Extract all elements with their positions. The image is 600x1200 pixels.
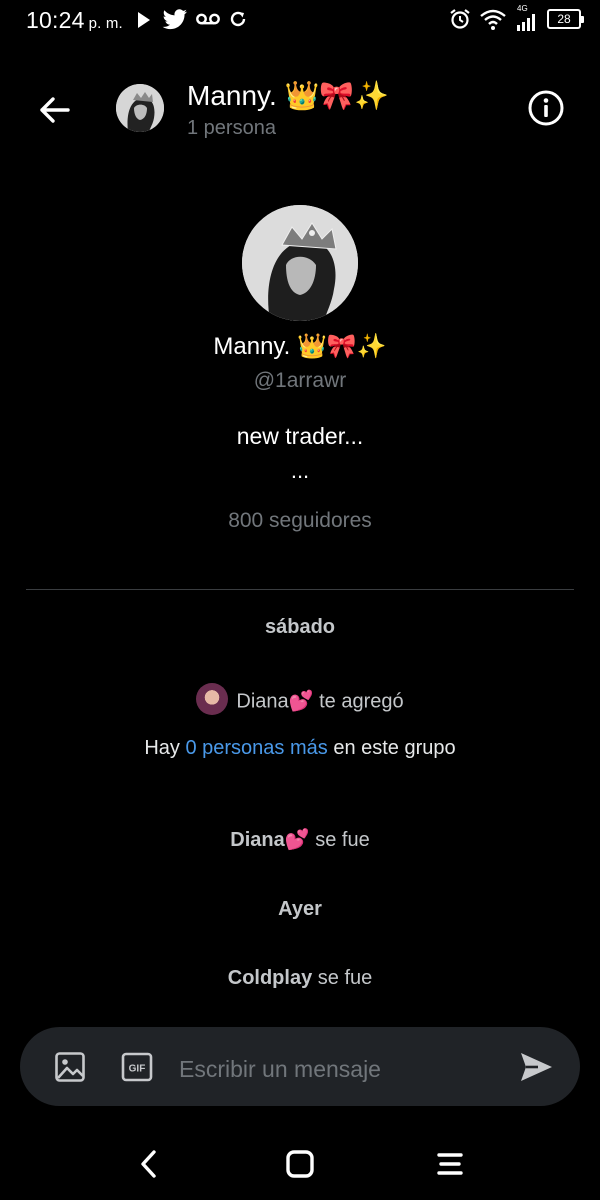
twitter-bird-icon: [162, 9, 187, 30]
message-input[interactable]: [177, 1048, 501, 1090]
group-members-note: Hay 0 personas más en este grupo: [0, 737, 600, 760]
profile-handle[interactable]: @1arrawr: [0, 369, 600, 393]
member-count: 1 persona: [187, 117, 276, 139]
status-time-ampm: p. m.: [88, 15, 123, 32]
alarm-icon: [450, 9, 470, 29]
status-time-value: 10:24: [26, 7, 85, 33]
date-separator: sábado: [264, 616, 336, 638]
profile-avatar-image: [242, 205, 358, 321]
nav-menu-icon[interactable]: [432, 1146, 468, 1182]
play-icon: [138, 12, 150, 28]
avatar-image: [116, 84, 164, 132]
left-actor: Diana💕: [230, 829, 310, 851]
status-time: 10:24 p. m.: [26, 7, 123, 34]
send-icon[interactable]: [518, 1049, 554, 1085]
left-event: Coldplay se fue: [0, 967, 600, 990]
gif-icon[interactable]: GIF: [121, 1052, 153, 1082]
message-composer: GIF: [20, 1027, 580, 1106]
nav-back-icon[interactable]: [132, 1146, 168, 1182]
profile-avatar[interactable]: [242, 205, 358, 321]
added-action: te agregó: [319, 690, 404, 713]
divider: [26, 589, 574, 590]
date-separator: Ayer: [278, 898, 322, 920]
added-event: Diana💕 te agregó: [0, 683, 600, 718]
network-type: 4G: [517, 4, 528, 13]
status-bar: 10:24 p. m. 4G 28: [0, 0, 600, 40]
actor-avatar: [196, 683, 229, 715]
left-event: Diana💕 se fue: [0, 827, 600, 852]
profile-name: Manny. 👑🎀✨: [213, 333, 387, 360]
left-actor: Coldplay: [227, 967, 313, 989]
conversation-header: Manny. 👑🎀✨ 1 persona: [0, 60, 600, 160]
voicemail-icon: [196, 13, 220, 25]
profile-bio-continuation: ...: [290, 458, 310, 483]
back-arrow-icon[interactable]: [34, 90, 74, 130]
sync-icon: [230, 11, 246, 27]
wifi-icon: [480, 9, 506, 30]
signal-icon: [517, 14, 535, 31]
group-members-link[interactable]: 0 personas más: [185, 737, 327, 759]
battery-icon: 28: [547, 9, 584, 29]
left-action: se fue: [315, 829, 370, 851]
header-avatar[interactable]: [116, 84, 164, 132]
added-actor: Diana💕: [236, 690, 314, 713]
group-note-prefix: Hay: [144, 737, 180, 759]
image-icon[interactable]: [54, 1051, 86, 1083]
conversation-title: Manny. 👑🎀✨: [187, 80, 390, 111]
followers-count: 800 seguidores: [228, 509, 372, 532]
nav-home-icon[interactable]: [282, 1146, 318, 1182]
group-note-suffix: en este grupo: [333, 737, 456, 759]
system-nav-bar: [0, 1126, 600, 1200]
profile-bio: new trader...: [236, 423, 364, 449]
info-icon[interactable]: [527, 89, 565, 127]
gif-label: GIF: [129, 1064, 146, 1075]
left-action: se fue: [317, 967, 373, 989]
